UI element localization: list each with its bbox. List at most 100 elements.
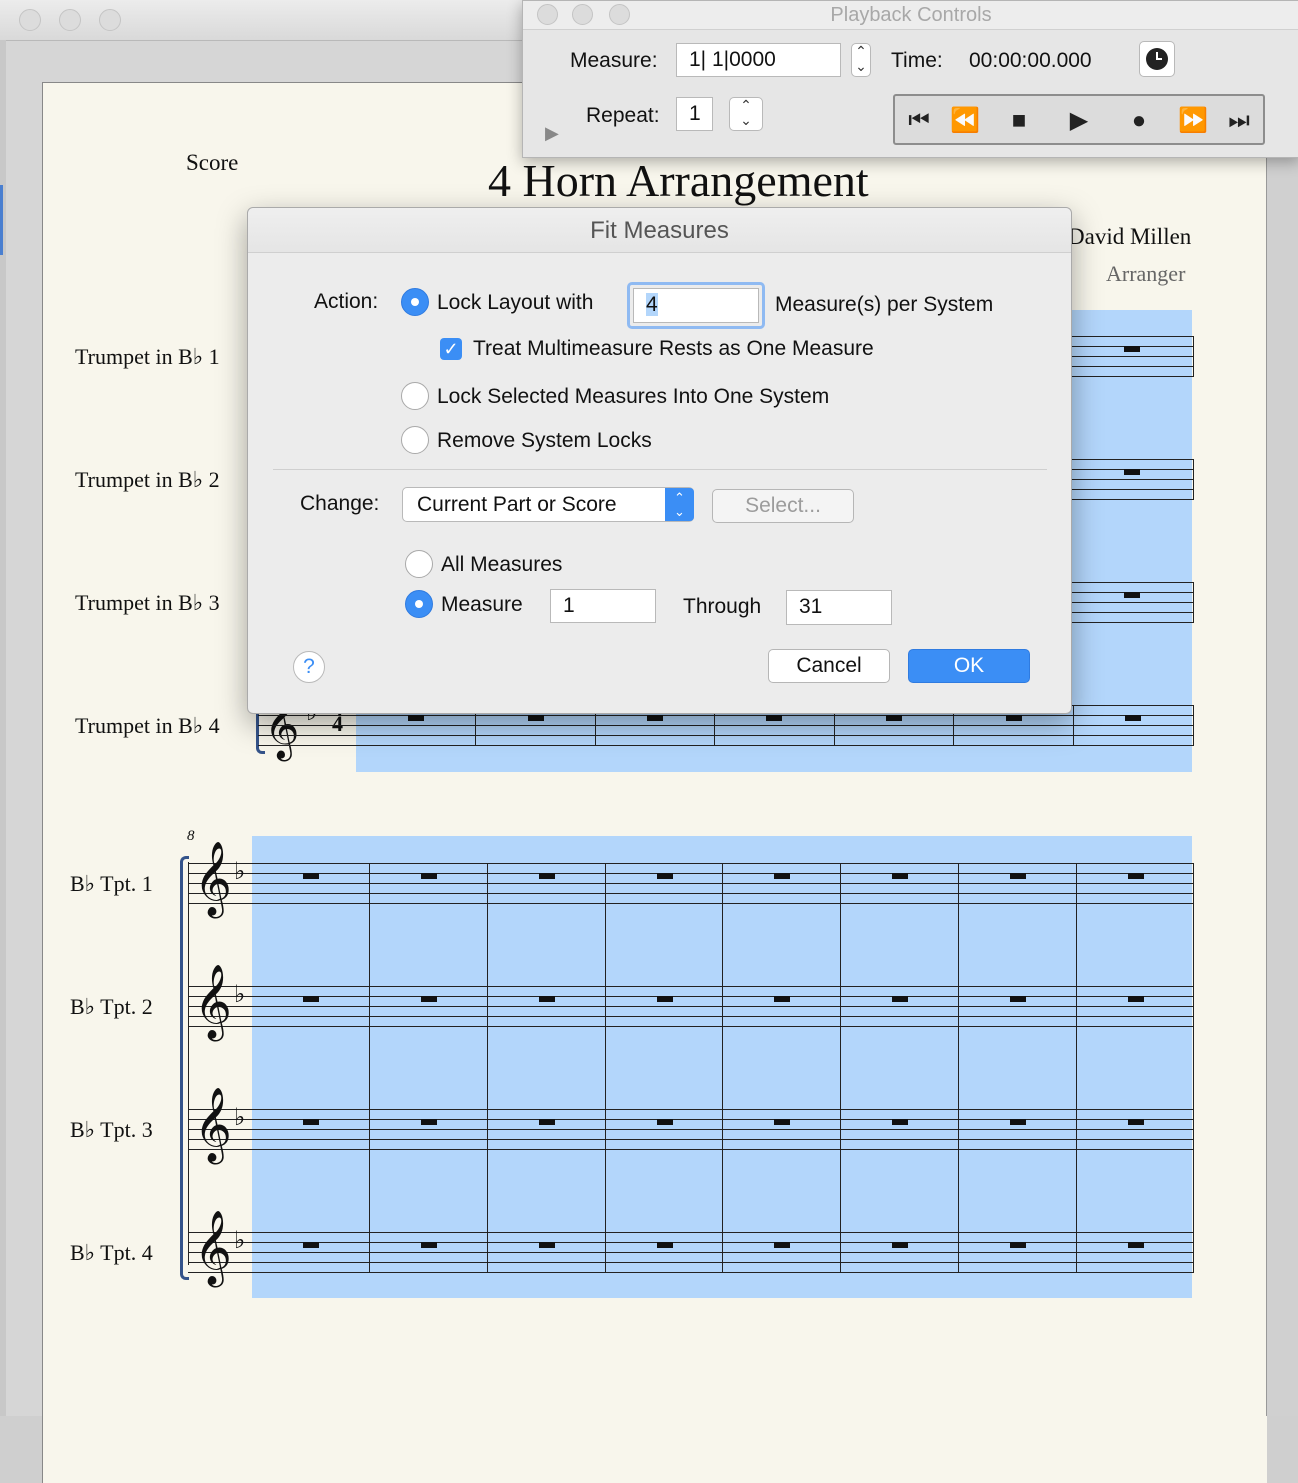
whole-rest[interactable] (1124, 592, 1140, 598)
whole-rest[interactable] (657, 1119, 673, 1125)
whole-rest[interactable] (539, 873, 555, 879)
measure-to-field[interactable]: 31 (786, 590, 892, 625)
fast-forward-icon[interactable]: ⏩ (1173, 106, 1213, 136)
lock-layout-label[interactable]: Lock Layout with (437, 291, 593, 315)
stop-icon[interactable]: ■ (999, 106, 1039, 136)
repeat-field[interactable]: 1 (676, 97, 713, 131)
whole-rest[interactable] (892, 873, 908, 879)
instrument-name[interactable]: B♭ Tpt. 2 (70, 994, 153, 1020)
instrument-name[interactable]: B♭ Tpt. 1 (70, 871, 153, 897)
measure-field[interactable]: 1| 1|0000 (676, 43, 841, 77)
zoom-button[interactable] (99, 9, 121, 31)
whole-rest[interactable] (1128, 1119, 1144, 1125)
whole-rest[interactable] (1010, 1242, 1026, 1248)
whole-rest[interactable] (539, 1242, 555, 1248)
fit-measures-dialog[interactable]: Fit Measures Action: Lock Layout with 4 … (247, 207, 1072, 714)
repeat-label: Repeat: (586, 104, 660, 127)
clock-button[interactable] (1139, 41, 1175, 77)
treble-clef-icon: 𝄞 (194, 1088, 232, 1162)
lock-selected-label[interactable]: Lock Selected Measures Into One System (437, 385, 829, 409)
playback-titlebar[interactable]: Playback Controls (523, 1, 1298, 30)
arranger-text[interactable]: Arranger (1106, 261, 1185, 287)
whole-rest[interactable] (528, 715, 544, 721)
measure-range-label[interactable]: Measure (441, 593, 523, 617)
all-measures-label[interactable]: All Measures (441, 553, 562, 577)
whole-rest[interactable] (1124, 469, 1140, 475)
whole-rest[interactable] (892, 996, 908, 1002)
close-button[interactable] (19, 9, 41, 31)
flat-icon: ♭ (234, 857, 246, 885)
whole-rest[interactable] (774, 873, 790, 879)
record-icon[interactable]: ● (1119, 106, 1159, 136)
instrument-name[interactable]: Trumpet in B♭ 4 (75, 713, 220, 739)
playback-controls-window[interactable]: Playback Controls Measure: 1| 1|0000 ⌃ ⌄ … (522, 0, 1298, 158)
minimize-button[interactable] (59, 9, 81, 31)
instrument-name[interactable]: Trumpet in B♭ 3 (75, 590, 220, 616)
composer-text[interactable]: David Millen (1068, 224, 1191, 250)
page-gutter (1266, 82, 1298, 1416)
whole-rest[interactable] (766, 715, 782, 721)
whole-rest[interactable] (408, 715, 424, 721)
instrument-name[interactable]: B♭ Tpt. 4 (70, 1240, 153, 1266)
lock-selected-radio[interactable] (401, 382, 429, 410)
treble-clef-icon: 𝄞 (194, 842, 232, 916)
all-measures-radio[interactable] (405, 550, 433, 578)
whole-rest[interactable] (892, 1242, 908, 1248)
whole-rest[interactable] (657, 1242, 673, 1248)
rewind-icon[interactable]: ⏪ (945, 106, 985, 136)
whole-rest[interactable] (1128, 996, 1144, 1002)
whole-rest[interactable] (303, 1242, 319, 1248)
lock-layout-radio[interactable] (401, 288, 429, 316)
whole-rest[interactable] (1128, 873, 1144, 879)
change-select-value: Current Part or Score (417, 493, 617, 516)
whole-rest[interactable] (892, 1119, 908, 1125)
measure-stepper[interactable]: ⌃ ⌄ (851, 43, 871, 77)
whole-rest[interactable] (1125, 715, 1141, 721)
whole-rest[interactable] (421, 996, 437, 1002)
whole-rest[interactable] (657, 873, 673, 879)
instrument-name[interactable]: B♭ Tpt. 3 (70, 1117, 153, 1143)
measure-from-field[interactable]: 1 (550, 589, 656, 623)
treat-rests-checkbox[interactable]: ✓ (440, 338, 462, 360)
playback-title: Playback Controls (830, 4, 992, 26)
score-title[interactable]: 4 Horn Arrangement (488, 154, 869, 207)
cancel-button[interactable]: Cancel (768, 649, 890, 683)
whole-rest[interactable] (647, 715, 663, 721)
ok-button[interactable]: OK (908, 649, 1030, 683)
whole-rest[interactable] (1010, 996, 1026, 1002)
change-select[interactable]: Current Part or Score ⌃ ⌄ (402, 487, 694, 522)
select-button[interactable]: Select... (712, 489, 854, 523)
whole-rest[interactable] (421, 873, 437, 879)
instrument-name[interactable]: Trumpet in B♭ 2 (75, 467, 220, 493)
whole-rest[interactable] (303, 996, 319, 1002)
whole-rest[interactable] (1006, 715, 1022, 721)
measures-per-system-field[interactable]: 4 (633, 288, 759, 323)
whole-rest[interactable] (774, 1119, 790, 1125)
selected-text: 4 (646, 293, 658, 316)
instrument-name[interactable]: Trumpet in B♭ 1 (75, 344, 220, 370)
whole-rest[interactable] (421, 1119, 437, 1125)
whole-rest[interactable] (774, 996, 790, 1002)
whole-rest[interactable] (1010, 873, 1026, 879)
play-icon[interactable]: ▶ (1059, 106, 1099, 136)
repeat-stepper[interactable]: ⌃ ⌄ (729, 97, 763, 131)
whole-rest[interactable] (657, 996, 673, 1002)
whole-rest[interactable] (1124, 346, 1140, 352)
whole-rest[interactable] (303, 873, 319, 879)
whole-rest[interactable] (886, 715, 902, 721)
help-button[interactable]: ? (293, 651, 325, 683)
forward-to-end-icon[interactable]: ⏭ (1219, 106, 1259, 136)
remove-locks-label[interactable]: Remove System Locks (437, 429, 652, 453)
whole-rest[interactable] (421, 1242, 437, 1248)
rewind-to-start-icon[interactable]: ⏮ (899, 106, 939, 136)
whole-rest[interactable] (539, 1119, 555, 1125)
treat-rests-label[interactable]: Treat Multimeasure Rests as One Measure (473, 337, 874, 361)
whole-rest[interactable] (303, 1119, 319, 1125)
measure-range-radio[interactable] (405, 590, 433, 618)
whole-rest[interactable] (1128, 1242, 1144, 1248)
whole-rest[interactable] (774, 1242, 790, 1248)
remove-locks-radio[interactable] (401, 426, 429, 454)
disclosure-triangle-icon[interactable]: ▶ (545, 123, 559, 144)
whole-rest[interactable] (1010, 1119, 1026, 1125)
whole-rest[interactable] (539, 996, 555, 1002)
